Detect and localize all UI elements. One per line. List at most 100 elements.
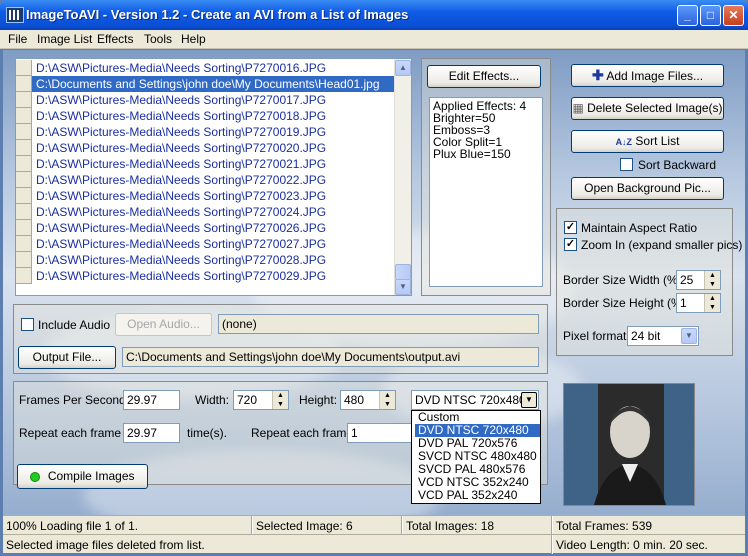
zoom-in-checkbox[interactable]: ✓ xyxy=(564,238,577,251)
border-height-spinner[interactable]: ▲ ▼ xyxy=(704,294,720,312)
file-path: D:\ASW\Pictures-Media\Needs Sorting\P727… xyxy=(36,205,327,219)
list-item[interactable]: D:\ASW\Pictures-Media\Needs Sorting\P727… xyxy=(16,268,395,284)
sort-backward-checkbox[interactable] xyxy=(620,158,633,171)
list-item[interactable]: D:\ASW\Pictures-Media\Needs Sorting\P727… xyxy=(16,108,395,124)
menu-tools[interactable]: Tools xyxy=(144,32,172,46)
fps-field[interactable]: 29.97 xyxy=(123,390,180,410)
output-file-button[interactable]: Output File... xyxy=(18,346,116,369)
list-item[interactable]: D:\ASW\Pictures-Media\Needs Sorting\P727… xyxy=(16,236,395,252)
zoom-in-label: Zoom In (expand smaller pics) xyxy=(581,238,743,252)
scroll-up-icon[interactable]: ▲ xyxy=(395,60,411,76)
menu-help[interactable]: Help xyxy=(181,32,206,46)
row-header[interactable] xyxy=(16,92,32,108)
row-header[interactable] xyxy=(16,252,32,268)
minimize-button[interactable]: _ xyxy=(677,5,698,26)
repeat2-field[interactable]: 1 xyxy=(347,423,417,443)
file-path: D:\ASW\Pictures-Media\Needs Sorting\P727… xyxy=(36,221,327,235)
fps-label: Frames Per Second: xyxy=(19,393,130,407)
app-window: ImageToAVI - Version 1.2 - Create an AVI… xyxy=(0,0,748,556)
chevron-down-icon[interactable]: ▼ xyxy=(521,392,537,408)
chevron-down-icon[interactable]: ▼ xyxy=(681,328,697,344)
pixel-format-select[interactable]: 24 bit ▼ xyxy=(627,326,699,346)
border-width-spinner[interactable]: ▲ ▼ xyxy=(704,271,720,289)
maximize-button[interactable]: □ xyxy=(700,5,721,26)
file-list-scrollbar[interactable]: ▲ ▼ xyxy=(394,59,411,295)
border-width-field[interactable]: 25 ▲ ▼ xyxy=(676,270,721,290)
status-total-images: Total Images: 18 xyxy=(406,519,495,533)
row-header[interactable] xyxy=(16,220,32,236)
list-item[interactable]: D:\ASW\Pictures-Media\Needs Sorting\P727… xyxy=(16,60,395,76)
list-item[interactable]: D:\ASW\Pictures-Media\Needs Sorting\P727… xyxy=(16,156,395,172)
menu-file[interactable]: File xyxy=(8,32,27,46)
file-path: D:\ASW\Pictures-Media\Needs Sorting\P727… xyxy=(36,141,327,155)
row-header[interactable] xyxy=(16,140,32,156)
title-bar[interactable]: ImageToAVI - Version 1.2 - Create an AVI… xyxy=(0,0,748,30)
border-height-label: Border Size Height (%): xyxy=(563,296,690,310)
maintain-aspect-checkbox[interactable]: ✓ xyxy=(564,221,577,234)
file-path: D:\ASW\Pictures-Media\Needs Sorting\P727… xyxy=(36,157,327,171)
video-preset-select[interactable]: DVD NTSC 720x480 ▼ xyxy=(411,390,539,410)
output-path-field[interactable]: C:\Documents and Settings\john doe\My Do… xyxy=(122,347,539,367)
compile-images-button[interactable]: Compile Images xyxy=(17,464,148,489)
width-spinner[interactable]: ▲ ▼ xyxy=(272,391,288,409)
row-header[interactable] xyxy=(16,172,32,188)
status-selected-image: Selected Image: 6 xyxy=(256,519,353,533)
film-strip-icon xyxy=(6,7,24,23)
list-item[interactable]: C:\Documents and Settings\john doe\My Do… xyxy=(16,76,395,92)
file-path: D:\ASW\Pictures-Media\Needs Sorting\P727… xyxy=(36,189,327,203)
status-loading: 100% Loading file 1 of 1. xyxy=(6,519,139,533)
include-audio-checkbox[interactable] xyxy=(21,318,34,331)
repeat-field[interactable]: 29.97 xyxy=(123,423,180,443)
video-preset-options[interactable]: Custom DVD NTSC 720x480 DVD PAL 720x576 SVC… xyxy=(411,410,541,504)
file-path: D:\ASW\Pictures-Media\Needs Sorting\P727… xyxy=(36,253,327,267)
list-item[interactable]: D:\ASW\Pictures-Media\Needs Sorting\P727… xyxy=(16,252,395,268)
status-total-frames: Total Frames: 539 xyxy=(556,519,653,533)
menu-effects[interactable]: Effects xyxy=(97,32,133,46)
height-field[interactable]: 480 ▲ ▼ xyxy=(340,390,396,410)
repeat2-label: Repeat each frame xyxy=(251,426,354,440)
image-file-list[interactable]: D:\ASW\Pictures-Media\Needs Sorting\P727… xyxy=(15,58,412,296)
sort-backward-label: Sort Backward xyxy=(638,158,717,172)
row-header[interactable] xyxy=(16,76,32,92)
file-path: D:\ASW\Pictures-Media\Needs Sorting\P727… xyxy=(36,173,327,187)
row-header[interactable] xyxy=(16,204,32,220)
width-field[interactable]: 720 ▲ ▼ xyxy=(233,390,289,410)
audio-path-field[interactable]: (none) xyxy=(218,314,539,334)
border-height-field[interactable]: 1 ▲ ▼ xyxy=(676,293,721,313)
border-width-label: Border Size Width (%): xyxy=(563,273,686,287)
row-header[interactable] xyxy=(16,60,32,76)
height-spinner[interactable]: ▲ ▼ xyxy=(379,391,395,409)
list-item[interactable]: D:\ASW\Pictures-Media\Needs Sorting\P727… xyxy=(16,92,395,108)
menu-image-list[interactable]: Image List xyxy=(37,32,92,46)
delete-selected-images-button[interactable]: ▦ Delete Selected Image(s) xyxy=(571,97,724,120)
status-bar-bottom: Selected image files deleted from list. … xyxy=(3,534,745,554)
sort-list-button[interactable]: A↓Z Sort List xyxy=(571,130,724,153)
list-item[interactable]: D:\ASW\Pictures-Media\Needs Sorting\P727… xyxy=(16,172,395,188)
edit-effects-button[interactable]: Edit Effects... xyxy=(427,65,541,88)
scroll-down-icon[interactable]: ▼ xyxy=(395,279,411,295)
open-background-pic-button[interactable]: Open Background Pic... xyxy=(571,177,724,200)
list-item[interactable]: D:\ASW\Pictures-Media\Needs Sorting\P727… xyxy=(16,124,395,140)
row-header[interactable] xyxy=(16,268,32,284)
file-path: C:\Documents and Settings\john doe\My Do… xyxy=(36,77,380,91)
row-header[interactable] xyxy=(16,188,32,204)
file-path: D:\ASW\Pictures-Media\Needs Sorting\P727… xyxy=(36,93,327,107)
row-header[interactable] xyxy=(16,124,32,140)
list-item[interactable]: D:\ASW\Pictures-Media\Needs Sorting\P727… xyxy=(16,188,395,204)
applied-effects-list[interactable]: Applied Effects: 4 Brighter=50 Emboss=3 Col… xyxy=(429,97,543,287)
row-header[interactable] xyxy=(16,156,32,172)
portrait-photo xyxy=(564,384,694,505)
status-led-icon xyxy=(30,471,41,482)
file-path: D:\ASW\Pictures-Media\Needs Sorting\P727… xyxy=(36,61,327,75)
list-item[interactable]: D:\ASW\Pictures-Media\Needs Sorting\P727… xyxy=(16,220,395,236)
list-item[interactable]: D:\ASW\Pictures-Media\Needs Sorting\P727… xyxy=(16,204,395,220)
preset-option[interactable]: VCD PAL 352x240 xyxy=(415,489,540,502)
row-header[interactable] xyxy=(16,236,32,252)
row-header[interactable] xyxy=(16,108,32,124)
list-item[interactable]: D:\ASW\Pictures-Media\Needs Sorting\P727… xyxy=(16,140,395,156)
open-audio-button[interactable]: Open Audio... xyxy=(115,313,212,336)
scroll-thumb[interactable] xyxy=(395,264,411,280)
file-path: D:\ASW\Pictures-Media\Needs Sorting\P727… xyxy=(36,269,327,283)
add-image-files-button[interactable]: ✚ Add Image Files... xyxy=(571,64,724,87)
close-button[interactable]: ✕ xyxy=(723,5,744,26)
